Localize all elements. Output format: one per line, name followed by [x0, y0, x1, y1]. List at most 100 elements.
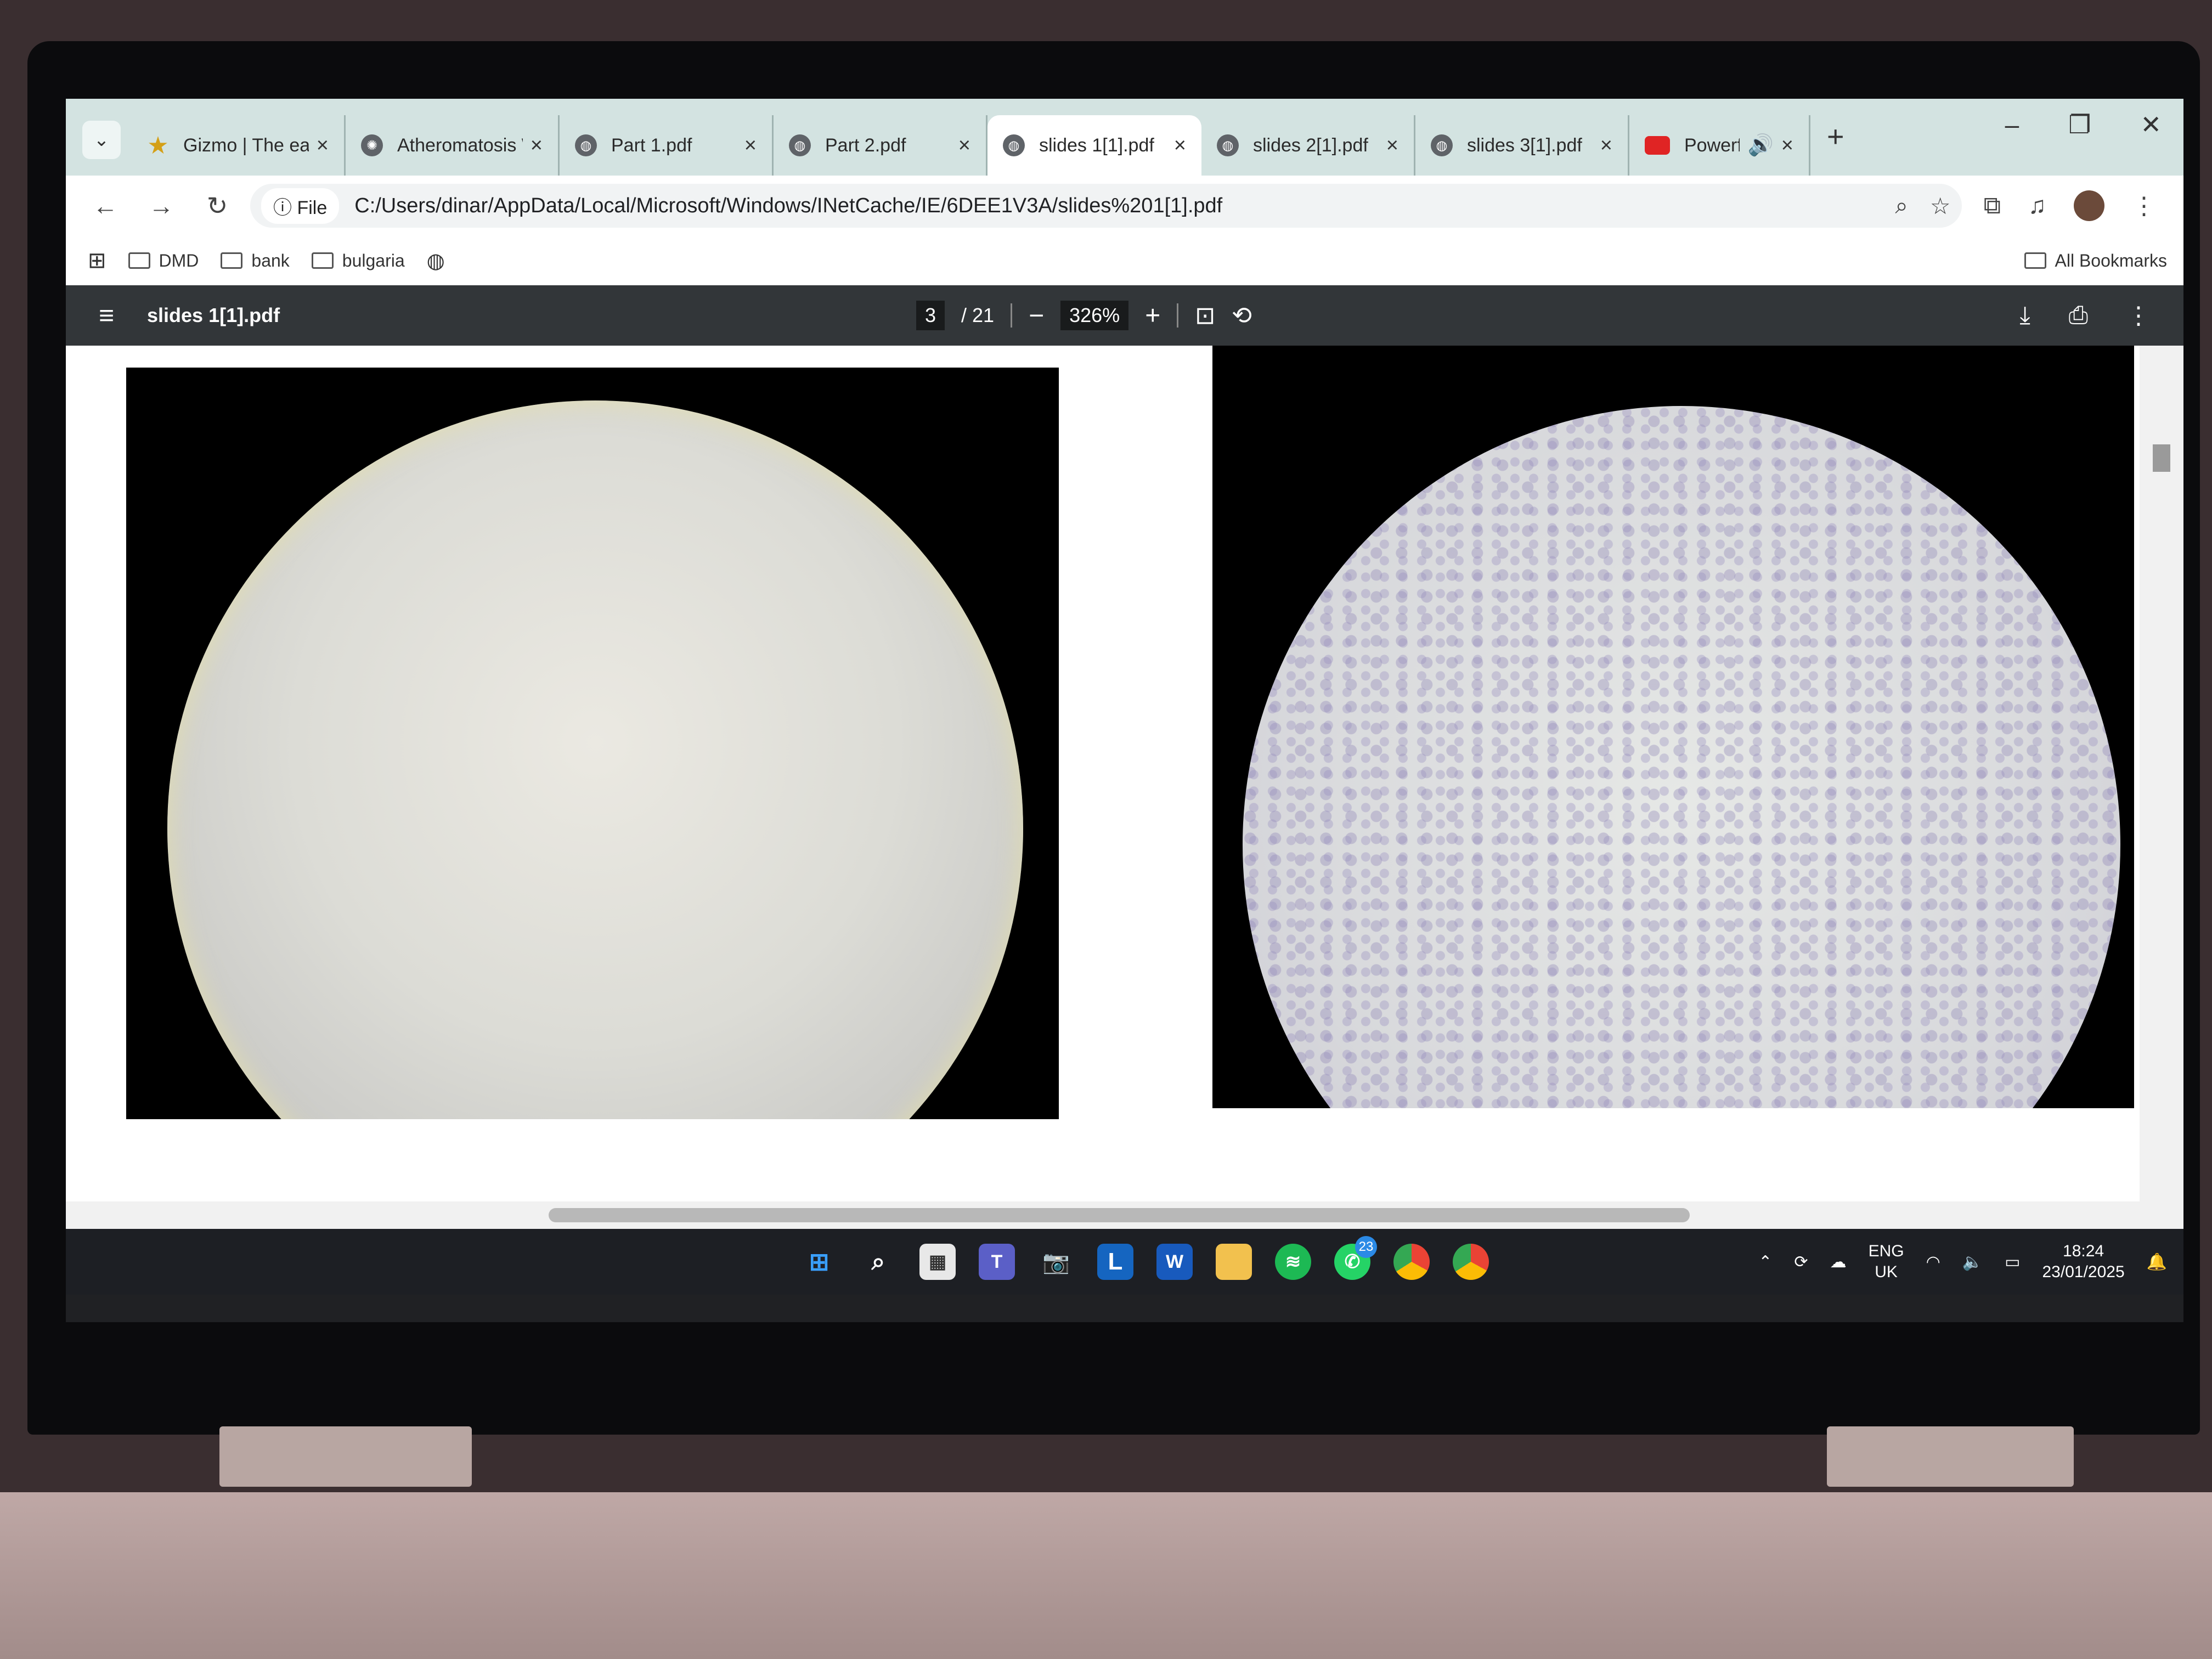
volume-icon[interactable]: 🔈: [1962, 1252, 1983, 1272]
speaker-icon[interactable]: 🔊: [1747, 133, 1773, 157]
all-bookmarks-button[interactable]: All Bookmarks: [2024, 251, 2167, 271]
chrome-profile-icon[interactable]: [1453, 1244, 1489, 1280]
vertical-scrollbar[interactable]: [2140, 346, 2183, 1201]
close-icon[interactable]: ×: [1781, 134, 1793, 157]
scroll-thumb[interactable]: [549, 1208, 1690, 1222]
minimize-icon[interactable]: –: [2005, 110, 2019, 139]
bookmark-label: bulgaria: [342, 250, 405, 270]
pdf-page-controls: 3 / 21 − 326% + ⊡ ⟲: [916, 301, 1252, 331]
more-options-icon[interactable]: ⋮: [2126, 302, 2151, 330]
zoom-in-button[interactable]: +: [1145, 301, 1160, 331]
clock[interactable]: 18:24 23/01/2025: [2042, 1241, 2124, 1283]
taskbar-apps: ⊞ ⌕ ▦ T 📷 L W ≋ ✆ 23: [801, 1236, 1489, 1280]
battery-icon[interactable]: ▭: [2005, 1252, 2020, 1272]
spotify-icon[interactable]: ≋: [1275, 1244, 1311, 1280]
notifications-icon[interactable]: 🔔: [2147, 1252, 2167, 1272]
tab-gizmo[interactable]: ★ Gizmo | The easi ×: [132, 115, 346, 176]
folder-icon: [311, 252, 334, 269]
site-info-chip[interactable]: ⓘ File: [261, 188, 340, 224]
chevron-up-icon[interactable]: ⌃: [1758, 1252, 1772, 1272]
bookmark-folder-bank[interactable]: bank: [221, 251, 290, 271]
tab-slides-1[interactable]: ◍ slides 1[1].pdf ×: [988, 115, 1201, 176]
tab-title: Powerful Du: [1684, 134, 1740, 156]
teams-icon[interactable]: T: [979, 1244, 1015, 1280]
whatsapp-icon[interactable]: ✆ 23: [1334, 1236, 1377, 1280]
youtube-icon: [1645, 136, 1670, 155]
media-control-icon[interactable]: ♫: [2028, 192, 2046, 219]
microscope-image-left: [126, 368, 1059, 1119]
forward-icon[interactable]: →: [145, 191, 178, 221]
bookmark-folder-bulgaria[interactable]: bulgaria: [311, 250, 405, 271]
microscope-image-right: [1212, 346, 2134, 1108]
restore-icon[interactable]: ❐: [2068, 110, 2091, 139]
word-icon[interactable]: W: [1156, 1244, 1193, 1280]
download-icon[interactable]: ⤓: [2019, 302, 2030, 330]
pdf-actions: ⤓ ⎙ ⋮: [2019, 302, 2151, 330]
url-text[interactable]: C:/Users/dinar/AppData/Local/Microsoft/W…: [354, 194, 1873, 218]
zoom-icon[interactable]: ⌕: [1895, 193, 1908, 219]
zoom-out-button[interactable]: −: [1029, 301, 1044, 331]
fit-page-icon[interactable]: ⊡: [1195, 302, 1215, 330]
notification-badge: 23: [1355, 1236, 1377, 1258]
folder-icon: [221, 252, 243, 269]
globe-icon: ◍: [1003, 134, 1025, 156]
hinge-right: [1827, 1426, 2074, 1487]
store-icon[interactable]: ▦: [919, 1244, 956, 1280]
windows-taskbar: ⊞ ⌕ ▦ T 📷 L W ≋ ✆ 23 ⌃ ⟳ ☁ ENG UK ◠ 🔈 ▭ 18…: [66, 1229, 2183, 1295]
extensions-icon[interactable]: ⧉: [1984, 192, 2001, 219]
page-number-input[interactable]: 3: [916, 301, 945, 330]
reload-icon[interactable]: ↻: [201, 191, 234, 221]
tab-part-1[interactable]: ◍ Part 1.pdf ×: [560, 115, 774, 176]
print-icon[interactable]: ⎙: [2069, 302, 2088, 330]
profile-avatar[interactable]: [2074, 190, 2104, 221]
star-icon: ★: [147, 132, 169, 159]
globe-icon[interactable]: ◍: [427, 249, 445, 273]
tab-atheromatosis[interactable]: ✺ Atheromatosis W ×: [346, 115, 560, 176]
lang-region: UK: [1875, 1263, 1898, 1281]
tab-title: slides 1[1].pdf: [1039, 134, 1154, 156]
language-indicator[interactable]: ENG UK: [1869, 1241, 1904, 1283]
chrome-icon[interactable]: [1393, 1244, 1430, 1280]
close-icon[interactable]: ×: [1174, 134, 1186, 157]
more-menu-icon[interactable]: ⋮: [2132, 192, 2156, 220]
globe-icon: ◍: [575, 134, 597, 156]
lang-code: ENG: [1868, 1242, 1904, 1260]
new-tab-button[interactable]: +: [1827, 120, 1844, 154]
onedrive-icon[interactable]: ☁: [1830, 1252, 1847, 1272]
hamburger-menu-icon[interactable]: ≡: [99, 301, 114, 331]
windows-start-icon[interactable]: ⊞: [801, 1244, 837, 1280]
tab-search-button[interactable]: ⌄: [82, 121, 121, 159]
rotate-icon[interactable]: ⟲: [1232, 302, 1252, 330]
close-icon[interactable]: ×: [1600, 134, 1612, 157]
pdf-toolbar: ≡ slides 1[1].pdf 3 / 21 − 326% + ⊡ ⟲ ⤓ …: [66, 285, 2183, 346]
apps-grid-icon[interactable]: ⊞: [88, 248, 106, 273]
file-explorer-icon[interactable]: [1216, 1244, 1252, 1280]
address-bar[interactable]: ⓘ File C:/Users/dinar/AppData/Local/Micr…: [250, 184, 1962, 228]
bookmark-folder-dmd[interactable]: DMD: [128, 251, 199, 271]
search-icon[interactable]: ⌕: [860, 1244, 896, 1280]
close-window-icon[interactable]: ✕: [2140, 110, 2162, 139]
tab-part-2[interactable]: ◍ Part 2.pdf ×: [774, 115, 988, 176]
tab-slides-2[interactable]: ◍ slides 2[1].pdf ×: [1201, 115, 1415, 176]
horizontal-scrollbar[interactable]: [66, 1201, 2183, 1229]
bookmark-star-icon[interactable]: ☆: [1930, 193, 1951, 219]
tab-slides-3[interactable]: ◍ slides 3[1].pdf ×: [1415, 115, 1629, 176]
back-icon[interactable]: ←: [89, 191, 122, 221]
close-icon[interactable]: ×: [531, 134, 543, 157]
wifi-icon[interactable]: ◠: [1926, 1252, 1940, 1272]
clock-time: 18:24: [2063, 1242, 2104, 1260]
scroll-thumb[interactable]: [2153, 444, 2170, 472]
page-total: / 21: [961, 304, 995, 326]
zoom-level-input[interactable]: 326%: [1060, 301, 1129, 330]
close-icon[interactable]: ×: [1386, 134, 1398, 157]
camera-icon[interactable]: 📷: [1038, 1244, 1074, 1280]
pdf-page-view[interactable]: [66, 346, 2140, 1201]
tab-title: Part 1.pdf: [611, 134, 692, 156]
close-icon[interactable]: ×: [317, 134, 329, 157]
sync-icon[interactable]: ⟳: [1794, 1252, 1808, 1272]
app-l-icon[interactable]: L: [1097, 1244, 1133, 1280]
chevron-down-icon: ⌄: [93, 129, 110, 150]
close-icon[interactable]: ×: [744, 134, 757, 157]
tab-powerful[interactable]: Powerful Du 🔊 ×: [1629, 115, 1810, 176]
close-icon[interactable]: ×: [958, 134, 970, 157]
